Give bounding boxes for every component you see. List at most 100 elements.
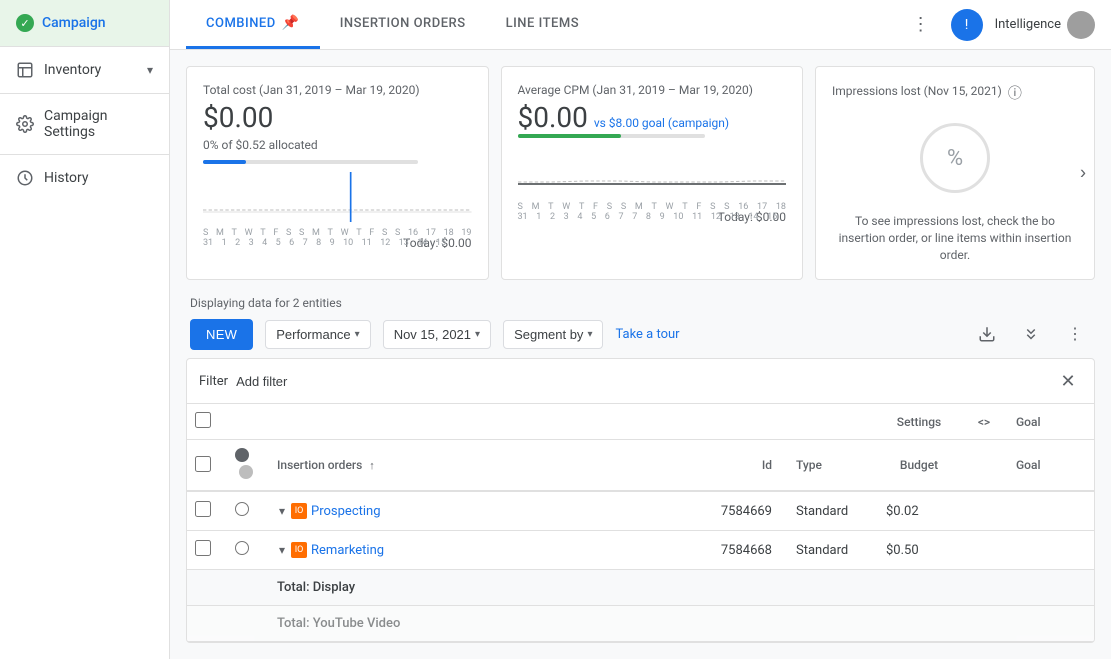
row-2-goal <box>1004 531 1094 570</box>
history-icon <box>16 169 34 187</box>
th-goal: Goal <box>1004 440 1094 492</box>
toolbar: NEW Performance ▾ Nov 15, 2021 ▾ Segment… <box>186 318 1095 350</box>
row-1-goal <box>1004 491 1094 531</box>
pin-icon: 📌 <box>282 15 300 31</box>
total-cost-card: Total cost (Jan 31, 2019 – Mar 19, 2020)… <box>186 66 489 280</box>
main-content: COMBINED 📌 INSERTION ORDERS LINE ITEMS ⋮… <box>170 0 1111 659</box>
table-total-display-row: Total: Display <box>187 570 1094 606</box>
take-a-tour-link[interactable]: Take a tour <box>615 327 679 342</box>
more-button[interactable]: ⋮ <box>1059 318 1091 350</box>
row-1-checkbox[interactable] <box>195 501 211 517</box>
filter-bar: Filter Add filter ✕ <box>187 359 1094 404</box>
expand-button[interactable] <box>1015 318 1047 350</box>
select-all-checkbox[interactable] <box>195 412 211 428</box>
row-checkbox-cell-1 <box>187 491 223 531</box>
average-cpm-card: Average CPM (Jan 31, 2019 – Mar 19, 2020… <box>501 66 804 280</box>
total-checkbox-cell <box>187 570 223 606</box>
tab-combined-label: COMBINED <box>206 16 276 31</box>
tab-combined[interactable]: COMBINED 📌 <box>186 0 320 49</box>
chart-dates-cpm: SMTWTFSSMTWTFSS161718 <box>518 202 787 212</box>
impressions-lost-title: Impressions lost (Nov 15, 2021) <box>832 84 1002 98</box>
row-2-budget: $0.50 <box>874 531 964 570</box>
download-button[interactable] <box>971 318 1003 350</box>
row-1-code <box>964 491 1004 531</box>
row-1-id: 7584669 <box>694 491 784 531</box>
row-2-radio[interactable] <box>235 541 249 555</box>
bulk-dot-light <box>239 465 253 479</box>
row-1-expand-button[interactable]: ▾ <box>277 504 287 518</box>
total-cost-progress-fill <box>203 160 246 164</box>
date-dropdown[interactable]: Nov 15, 2021 ▾ <box>383 320 491 349</box>
average-cpm-values: $0.00 vs $8.00 goal (campaign) <box>518 101 787 134</box>
average-cpm-progress-bar <box>518 134 706 138</box>
bulk-dot-dark <box>235 448 249 462</box>
notification-icon: ! <box>965 17 969 33</box>
row-2-expand-button[interactable]: ▾ <box>277 543 287 557</box>
total-radio-cell <box>223 570 265 606</box>
total-video-label: Total: YouTube Video <box>265 606 1094 642</box>
top-nav: COMBINED 📌 INSERTION ORDERS LINE ITEMS ⋮… <box>170 0 1111 50</box>
performance-dropdown-arrow: ▾ <box>355 329 360 340</box>
history-label: History <box>44 170 89 186</box>
card-next-button[interactable]: › <box>1080 163 1086 184</box>
total-video-radio-cell <box>223 606 265 642</box>
table-body: ▾ IO Prospecting 7584669 Standard $0.02 <box>187 491 1094 642</box>
th-select-all <box>187 404 223 440</box>
sidebar-item-inventory[interactable]: Inventory ▾ <box>0 47 169 93</box>
header-checkbox[interactable] <box>195 456 211 472</box>
row-2-radio-cell <box>223 531 265 570</box>
sidebar-item-history[interactable]: History <box>0 155 169 201</box>
th-code-group: <> <box>964 404 1004 440</box>
intelligence-avatar <box>1067 11 1095 39</box>
data-table: Filter Add filter ✕ Settings <> Go <box>186 358 1095 643</box>
table-row: ▾ IO Remarketing 7584668 Standard $0.50 <box>187 531 1094 570</box>
row-2-code <box>964 531 1004 570</box>
average-cpm-value: $0.00 <box>518 101 588 134</box>
total-cost-chart: SMTWTFSSMTWTFSS16171819 3112345678910111… <box>203 172 472 232</box>
average-cpm-title: Average CPM (Jan 31, 2019 – Mar 19, 2020… <box>518 83 787 97</box>
row-1-radio[interactable] <box>235 502 249 516</box>
notification-button[interactable]: ! <box>951 9 983 41</box>
th-checkbox <box>187 440 223 492</box>
table-header-row-1: Settings <> Goal <box>187 404 1094 440</box>
intelligence-label: Intelligence <box>995 17 1061 32</box>
segment-dropdown-arrow: ▾ <box>587 329 592 340</box>
row-2-type: Standard <box>784 531 874 570</box>
row-2-io-icon: IO <box>291 542 307 558</box>
total-cost-title: Total cost (Jan 31, 2019 – Mar 19, 2020) <box>203 83 472 97</box>
filter-close-button[interactable]: ✕ <box>1054 367 1082 395</box>
segment-dropdown[interactable]: Segment by ▾ <box>503 320 603 349</box>
performance-dropdown[interactable]: Performance ▾ <box>265 320 370 349</box>
sidebar-item-campaign-settings[interactable]: Campaign Settings <box>0 94 169 154</box>
th-name: Insertion orders ↑ <box>265 440 694 492</box>
inventory-icon <box>16 61 34 79</box>
th-type: Type <box>784 440 874 492</box>
date-dropdown-arrow: ▾ <box>475 329 480 340</box>
impressions-lost-card: Impressions lost (Nov 15, 2021) ⓘ % To s… <box>815 66 1095 280</box>
chart-dates-cost: SMTWTFSSMTWTFSS16171819 <box>203 228 472 238</box>
filter-label: Filter <box>199 374 228 389</box>
row-2-name-cell: ▾ IO Remarketing <box>265 531 694 570</box>
sort-icon[interactable]: ↑ <box>369 459 375 472</box>
tab-insertion-orders[interactable]: INSERTION ORDERS <box>320 0 486 49</box>
total-display-label: Total: Display <box>265 570 1094 606</box>
total-cost-value: $0.00 <box>203 101 472 134</box>
tab-line-items[interactable]: LINE ITEMS <box>486 0 600 49</box>
row-2-name-link[interactable]: Remarketing <box>311 543 384 558</box>
campaign-label: Campaign <box>42 15 106 31</box>
tab-line-items-label: LINE ITEMS <box>506 16 580 31</box>
row-2-checkbox[interactable] <box>195 540 211 556</box>
intelligence-button[interactable]: Intelligence <box>995 11 1095 39</box>
nav-tabs: COMBINED 📌 INSERTION ORDERS LINE ITEMS <box>186 0 599 49</box>
new-button[interactable]: NEW <box>190 319 253 350</box>
impressions-help-icon[interactable]: ⓘ <box>1008 83 1022 103</box>
impressions-lost-header: Impressions lost (Nov 15, 2021) ⓘ <box>832 83 1078 103</box>
date-label: Nov 15, 2021 <box>394 327 471 342</box>
more-options-button[interactable]: ⋮ <box>903 7 939 43</box>
th-name-label: Insertion orders <box>277 458 362 472</box>
add-filter-button[interactable]: Add filter <box>236 374 287 389</box>
row-1-name-link[interactable]: Prospecting <box>311 504 381 519</box>
campaign-check-icon <box>16 14 34 32</box>
sidebar-item-campaign[interactable]: Campaign <box>0 0 169 46</box>
th-settings-group: Settings <box>874 404 964 440</box>
